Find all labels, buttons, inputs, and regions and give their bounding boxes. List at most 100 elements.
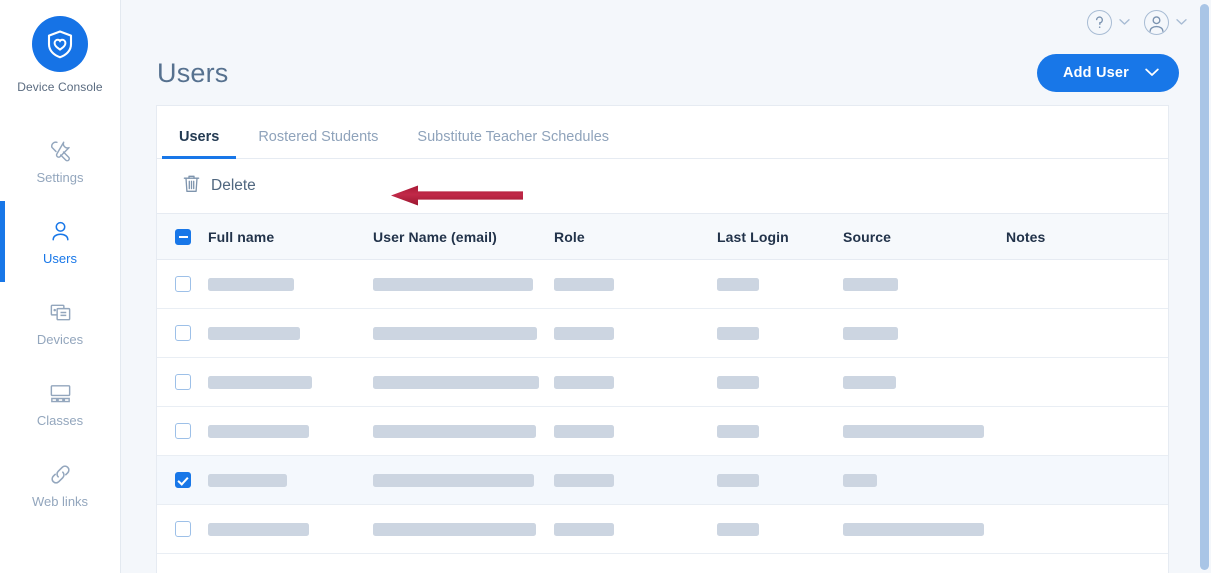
shield-heart-icon [47, 30, 73, 59]
select-all-checkbox[interactable] [174, 228, 191, 245]
cell-user-name [373, 473, 554, 487]
row-checkbox[interactable] [174, 521, 191, 537]
skeleton-placeholder [843, 473, 877, 487]
cell-source [843, 522, 1006, 536]
skeleton-placeholder [843, 522, 984, 536]
skeleton-placeholder [554, 326, 614, 340]
cell-user-name [373, 277, 554, 291]
skeleton-placeholder [554, 424, 614, 438]
cell-last-login [717, 326, 843, 340]
help-menu[interactable] [1087, 9, 1130, 35]
row-checkbox[interactable] [174, 325, 191, 341]
skeleton-placeholder [208, 424, 309, 438]
tab-users[interactable]: Users [162, 129, 237, 159]
app-root: Device Console Settings Users Devices Cl… [0, 0, 1211, 573]
skeleton-placeholder [717, 522, 759, 536]
tab-label: Substitute Teacher Schedules [417, 129, 610, 145]
column-header-last-login[interactable]: Last Login [717, 229, 843, 245]
sidebar-item-label: Web links [31, 493, 89, 509]
row-checkbox[interactable] [174, 472, 191, 488]
skeleton-placeholder [208, 375, 312, 389]
sidebar-item-devices[interactable]: Devices [0, 282, 120, 363]
skeleton-placeholder [208, 277, 294, 291]
cell-full-name [208, 424, 373, 438]
scrollbar-thumb[interactable] [1200, 4, 1209, 570]
account-avatar-icon[interactable] [1144, 9, 1169, 35]
row-select-cell [157, 276, 208, 292]
row-select-cell [157, 521, 208, 537]
column-header-source[interactable]: Source [843, 229, 1006, 245]
skeleton-placeholder [373, 473, 534, 487]
table-body [157, 260, 1168, 554]
table-row[interactable] [157, 309, 1168, 358]
tools-icon [48, 138, 73, 164]
skeleton-placeholder [554, 375, 614, 389]
cell-user-name [373, 375, 554, 389]
row-checkbox[interactable] [174, 276, 191, 292]
table-row[interactable] [157, 407, 1168, 456]
devices-icon [48, 300, 73, 326]
table-toolbar: Delete [157, 159, 1168, 214]
column-header-user-name[interactable]: User Name (email) [373, 229, 554, 245]
chevron-down-icon[interactable] [1119, 13, 1130, 31]
brand-logo [32, 16, 88, 72]
account-menu[interactable] [1144, 9, 1187, 35]
cell-role [554, 326, 717, 340]
skeleton-placeholder [717, 424, 759, 438]
table-row[interactable] [157, 358, 1168, 407]
tab-substitute-teacher-schedules[interactable]: Substitute Teacher Schedules [400, 129, 626, 158]
column-header-role[interactable]: Role [554, 229, 717, 245]
tab-rostered-students[interactable]: Rostered Students [241, 129, 395, 158]
row-checkbox[interactable] [174, 423, 191, 439]
tab-bar: Users Rostered Students Substitute Teach… [157, 106, 1168, 159]
cell-source [843, 326, 1006, 340]
delete-button[interactable]: Delete [182, 173, 256, 199]
brand[interactable]: Device Console [0, 0, 120, 94]
select-all-cell [157, 228, 208, 245]
sidebar-item-settings[interactable]: Settings [0, 120, 120, 201]
table-row[interactable] [157, 260, 1168, 309]
cell-source [843, 375, 1006, 389]
help-circle-icon[interactable] [1087, 9, 1112, 35]
delete-label: Delete [211, 177, 256, 194]
skeleton-placeholder [554, 473, 614, 487]
cell-role [554, 473, 717, 487]
cell-role [554, 277, 717, 291]
cell-last-login [717, 473, 843, 487]
tab-label: Rostered Students [258, 129, 379, 145]
skeleton-placeholder [717, 473, 759, 487]
skeleton-placeholder [373, 277, 533, 291]
row-select-cell [157, 374, 208, 390]
table-row[interactable] [157, 456, 1168, 505]
sidebar: Device Console Settings Users Devices Cl… [0, 0, 121, 573]
sidebar-item-users[interactable]: Users [0, 201, 120, 282]
sidebar-item-label: Users [43, 250, 77, 266]
skeleton-placeholder [208, 473, 287, 487]
cell-last-login [717, 522, 843, 536]
table-header-row: Full name User Name (email) Role Last Lo… [157, 214, 1168, 260]
main-content: Users Add User Users Rostered Students S… [121, 0, 1211, 573]
table-row[interactable] [157, 505, 1168, 554]
row-checkbox[interactable] [174, 374, 191, 390]
column-header-full-name[interactable]: Full name [208, 229, 373, 245]
skeleton-placeholder [373, 522, 536, 536]
tab-label: Users [179, 129, 220, 145]
cell-user-name [373, 522, 554, 536]
topbar [121, 0, 1211, 44]
person-icon [48, 219, 73, 245]
cell-role [554, 522, 717, 536]
page-scrollbar[interactable] [1198, 0, 1211, 573]
cell-full-name [208, 375, 373, 389]
add-user-button[interactable]: Add User [1036, 54, 1179, 92]
sidebar-item-classes[interactable]: Classes [0, 363, 120, 444]
column-header-notes[interactable]: Notes [1006, 229, 1168, 245]
add-user-label: Add User [1062, 65, 1129, 81]
cell-full-name [208, 522, 373, 536]
chevron-down-icon [1145, 65, 1159, 81]
chevron-down-icon[interactable] [1176, 13, 1187, 31]
sidebar-item-web-links[interactable]: Web links [0, 444, 120, 525]
skeleton-placeholder [717, 277, 759, 291]
classes-icon [48, 381, 73, 407]
sidebar-item-label: Settings [36, 169, 84, 185]
users-card: Users Rostered Students Substitute Teach… [156, 105, 1169, 573]
